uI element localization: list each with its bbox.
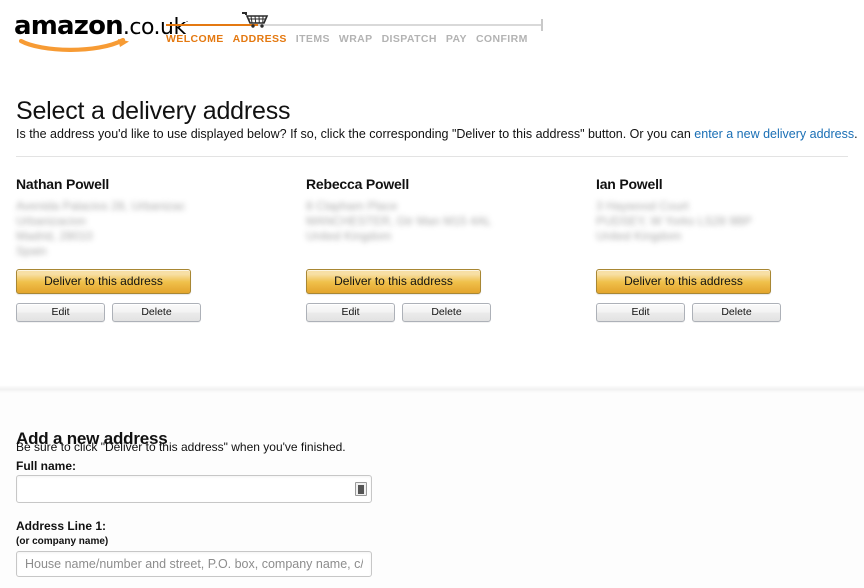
progress-step-dispatch: DISPATCH <box>381 33 437 45</box>
address-line-1-input[interactable] <box>16 551 372 577</box>
edit-address-button[interactable]: Edit <box>306 303 395 322</box>
address-line-1-sublabel: (or company name) <box>16 536 109 547</box>
address-line-spacer <box>306 244 576 259</box>
progress-step-list: WELCOME ADDRESS ITEMS WRAP DISPATCH PAY … <box>166 33 544 45</box>
delete-address-button[interactable]: Delete <box>402 303 491 322</box>
progress-step-wrap: WRAP <box>338 33 373 45</box>
section-divider-shadow <box>0 385 864 393</box>
progress-step-confirm: CONFIRM <box>475 33 528 45</box>
address-line: MANCHESTER, Gtr Man M15 4AL <box>306 214 492 228</box>
address-line: Urbanizacion <box>16 214 87 228</box>
address-name: Rebecca Powell <box>306 176 410 192</box>
address-name: Nathan Powell <box>16 176 110 192</box>
address-card: Rebecca Powell 8 Clapham Place MANCHESTE… <box>306 176 576 322</box>
contact-card-icon[interactable] <box>355 482 367 496</box>
address-card: Nathan Powell Avenida Palacios 28, Urban… <box>16 176 286 322</box>
address-line-1-label: Address Line 1: <box>16 519 107 533</box>
page-intro-text: Is the address you'd like to use display… <box>16 127 858 141</box>
amazon-smile-swoosh-icon <box>19 37 136 53</box>
address-line: Avenida Palacios 28, Urbanizac <box>16 199 186 213</box>
address-line: Madrid, 28010 <box>16 229 93 243</box>
progress-step-pay: PAY <box>445 33 467 45</box>
address-line: United Kingdom <box>596 229 682 243</box>
address-line-spacer <box>596 244 864 259</box>
address-name: Ian Powell <box>596 176 663 192</box>
address-actions: Edit Delete <box>306 303 576 322</box>
progress-end-tick <box>541 19 543 31</box>
enter-new-delivery-address-link[interactable]: enter a new delivery address <box>694 127 854 141</box>
full-name-input[interactable] <box>16 475 372 503</box>
address-line: PUDSEY, W Yorks LS28 9BP <box>596 214 752 228</box>
address-line: Spain <box>16 244 47 258</box>
address-lines: 8 Clapham Place MANCHESTER, Gtr Man M15 … <box>306 199 576 259</box>
checkout-progress-bar: WELCOME ADDRESS ITEMS WRAP DISPATCH PAY … <box>166 12 544 56</box>
progress-step-welcome[interactable]: WELCOME <box>166 33 224 45</box>
address-actions: Edit Delete <box>16 303 286 322</box>
add-new-address-subtext: Be sure to click "Deliver to this addres… <box>16 440 346 454</box>
intro-text-before: Is the address you'd like to use display… <box>16 127 695 141</box>
site-header: amazon.co.uk· WELCOME ADDRESS ITEMS WRAP… <box>0 0 864 60</box>
address-line: 3 Haywood Court <box>596 199 689 213</box>
edit-address-button[interactable]: Edit <box>596 303 685 322</box>
address-line: United Kingdom <box>306 229 392 243</box>
page-title: Select a delivery address <box>16 96 291 125</box>
deliver-to-this-address-button[interactable]: Deliver to this address <box>596 269 771 294</box>
address-actions: Edit Delete <box>596 303 864 322</box>
intro-text-after: . <box>854 127 858 141</box>
delete-address-button[interactable]: Delete <box>692 303 781 322</box>
address-card: Ian Powell 3 Haywood Court PUDSEY, W Yor… <box>596 176 864 322</box>
delete-address-button[interactable]: Delete <box>112 303 201 322</box>
progress-step-address[interactable]: ADDRESS <box>233 33 287 45</box>
progress-step-items: ITEMS <box>295 33 330 45</box>
edit-address-button[interactable]: Edit <box>16 303 105 322</box>
deliver-to-this-address-button[interactable]: Deliver to this address <box>306 269 481 294</box>
deliver-to-this-address-button[interactable]: Deliver to this address <box>16 269 191 294</box>
full-name-label: Full name: <box>16 459 77 473</box>
checkout-page: amazon.co.uk· WELCOME ADDRESS ITEMS WRAP… <box>0 0 864 588</box>
contact-card-icon-inner <box>358 484 364 494</box>
shopping-cart-icon <box>240 12 270 28</box>
address-lines: 3 Haywood Court PUDSEY, W Yorks LS28 9BP… <box>596 199 864 259</box>
progress-line-remaining <box>258 24 542 26</box>
logo-wordmark: amazon.co.uk· <box>14 13 188 39</box>
address-lines: Avenida Palacios 28, Urbanizac Urbanizac… <box>16 199 286 259</box>
header-divider <box>16 156 848 157</box>
address-line: 8 Clapham Place <box>306 199 398 213</box>
amazon-logo[interactable]: amazon.co.uk· <box>14 13 188 53</box>
